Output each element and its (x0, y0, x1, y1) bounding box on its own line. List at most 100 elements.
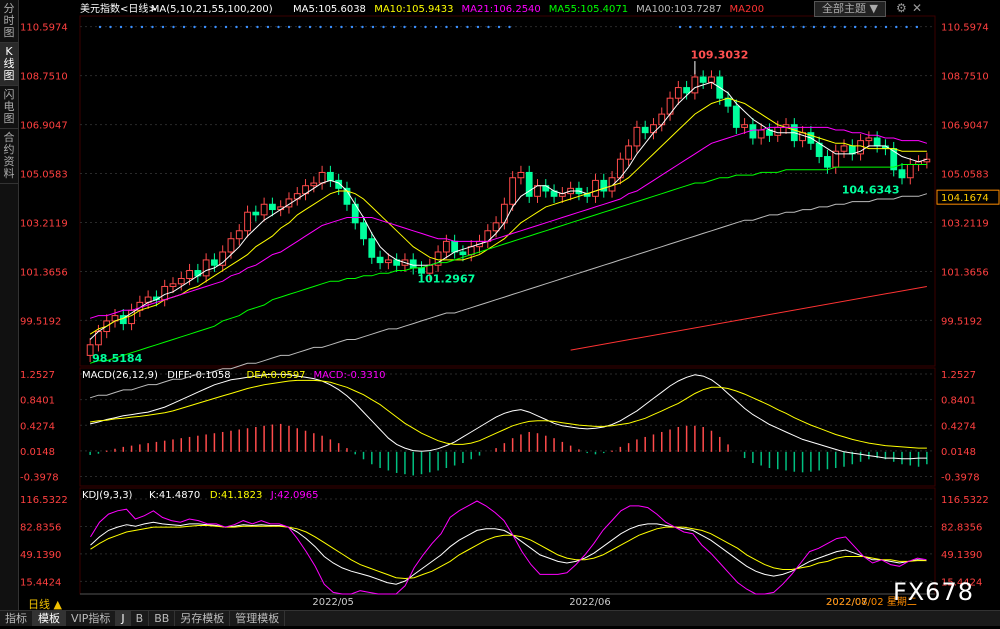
signal-dot (678, 25, 682, 29)
panel-frame (79, 487, 936, 595)
candle-up (227, 238, 235, 253)
y-tick-right: 99.5192 (941, 316, 982, 327)
signal-dot (329, 25, 333, 29)
y-tick-left: 103.2119 (20, 219, 68, 230)
signal-dot (413, 25, 417, 29)
legend-item: MA200 (730, 4, 765, 15)
candle-down (211, 259, 218, 266)
signal-dot (256, 25, 259, 29)
manage-templates-button[interactable]: 管理模板 (230, 611, 286, 626)
panel-frame (79, 367, 936, 487)
x-tick: 2022/05 (312, 597, 354, 608)
candle-up (840, 145, 848, 152)
candle-down (724, 97, 732, 107)
y-tick-right: 101.3656 (941, 267, 989, 278)
signal-dot (371, 25, 375, 29)
ma200-line (570, 285, 927, 351)
signal-dot (853, 25, 857, 29)
save-template-button[interactable]: 另存模板 (175, 611, 231, 626)
candle-down (898, 169, 906, 179)
tab-vip-indicators[interactable]: VIP指标 (66, 611, 117, 626)
y-tick-right: 103.2119 (941, 219, 989, 230)
theme-select[interactable]: 全部主题 ▼ (814, 1, 886, 17)
gear-icon[interactable]: ⚙ (896, 1, 907, 15)
signal-dot (466, 25, 469, 29)
signal-dot (424, 25, 427, 29)
tab-flash-chart[interactable]: 闪电图 (0, 86, 18, 129)
signal-dot (214, 25, 217, 29)
kdj-y-tick-left: 15.4424 (20, 577, 61, 588)
signal-dot (361, 25, 364, 29)
candle-up (592, 179, 599, 197)
tab-b[interactable]: B (131, 611, 150, 626)
candle-down (326, 171, 334, 181)
candle-up (774, 126, 782, 136)
kdj-y-tick-right: 82.8356 (941, 522, 982, 533)
y-tick-left: 105.0583 (20, 170, 68, 181)
tab-templates[interactable]: 模板 (33, 611, 66, 626)
signal-dot (161, 25, 165, 29)
y-tick-right: 110.5974 (941, 23, 989, 34)
signal-dot (720, 25, 723, 29)
candle-up (708, 76, 715, 83)
signal-dot (843, 25, 846, 29)
candle-up (169, 283, 177, 287)
signal-dot (895, 25, 898, 29)
kdj-k-line (90, 521, 927, 585)
candle-up (691, 76, 699, 94)
tab-contract-info[interactable]: 合约资料 (0, 129, 18, 184)
signal-dot (266, 25, 270, 29)
signal-dot (709, 25, 713, 29)
kdj-legend-item: K:41.4870 (149, 490, 200, 501)
signal-dot (915, 25, 919, 29)
kdj-y-tick-right: 49.1390 (941, 550, 982, 561)
legend-item: MA100:103.7287 (636, 4, 722, 15)
kdj-d-line (90, 525, 927, 580)
tab-indicators[interactable]: 指标 (0, 611, 33, 626)
signal-dot (476, 25, 480, 29)
tab-bb[interactable]: BB (149, 611, 176, 626)
candle-up (517, 171, 525, 179)
tab-kline[interactable]: K线图 (0, 43, 18, 86)
chart-canvas[interactable]: 110.5974 110.5974 108.7510 108.7510 106.9047… (0, 0, 1000, 625)
candle-down (873, 137, 881, 147)
close-icon[interactable]: ✕ (912, 1, 922, 15)
signal-dot (298, 25, 301, 29)
kdj-legend-item: J:42.0965 (270, 490, 319, 501)
candle-up (202, 259, 210, 277)
candle-up (625, 145, 633, 160)
candle-up (509, 177, 517, 205)
signal-dot (689, 25, 692, 29)
candle-up (260, 203, 268, 216)
panel-frame (79, 15, 936, 367)
candle-down (459, 251, 467, 256)
signal-dot (812, 25, 816, 29)
signal-dot (287, 25, 291, 29)
candle-up (799, 132, 806, 142)
y-tick-right: 106.9047 (941, 121, 989, 132)
signal-dot (730, 25, 733, 29)
annotation-low-recent: 104.6343 (842, 184, 900, 197)
candle-down (376, 256, 384, 264)
y-tick-left: 101.3656 (20, 267, 68, 278)
tab-j[interactable]: J (116, 611, 131, 626)
signal-dot (130, 25, 133, 29)
signal-dot (781, 25, 785, 29)
tab-time-sharing[interactable]: 分时图 (0, 0, 18, 43)
candle-up (177, 278, 185, 285)
signal-dot (740, 25, 743, 29)
signal-dot (434, 25, 438, 29)
signal-dot (792, 25, 795, 29)
signal-dot (874, 25, 877, 29)
macd-y-tick-left: -0.3978 (20, 473, 59, 484)
ma5-line (89, 81, 928, 340)
macd-y-tick-right: 0.8401 (941, 396, 976, 407)
candle-up (161, 285, 169, 301)
annotation-high: 109.3032 (691, 48, 749, 61)
y-tick-left: 108.7510 (20, 72, 68, 83)
legend-item: MA5:105.6038 (293, 4, 366, 15)
candle-up (865, 137, 873, 142)
y-tick-right: 108.7510 (941, 72, 989, 83)
macd-y-tick-right: 1.2527 (941, 370, 976, 381)
candle-down (683, 87, 691, 94)
